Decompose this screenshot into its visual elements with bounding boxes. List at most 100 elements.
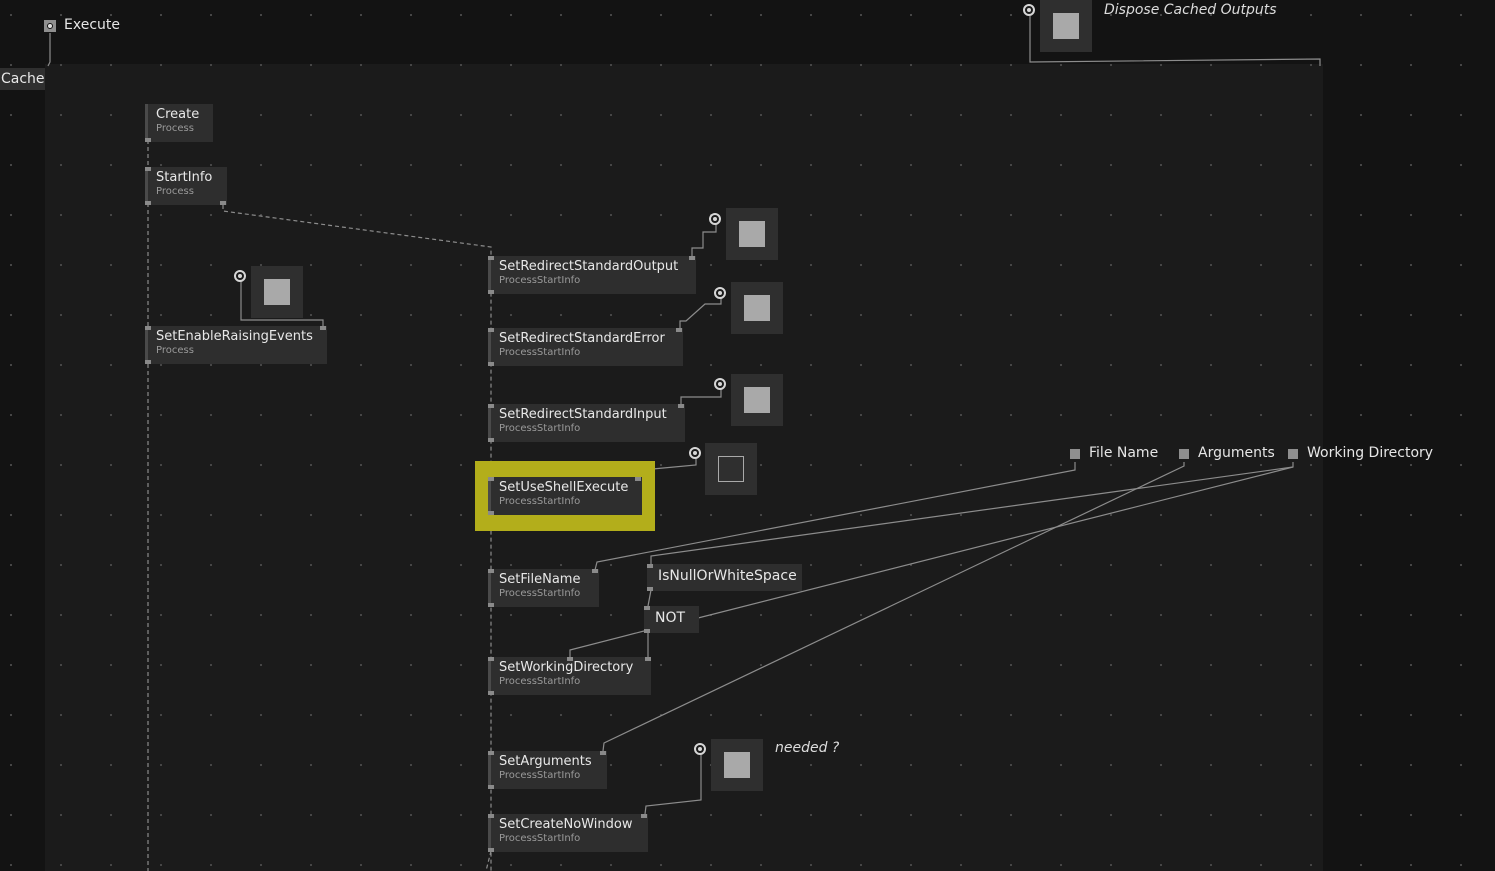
toggle-fill (744, 295, 770, 321)
node-title: SetRedirectStandardInput (499, 407, 667, 422)
cache-label[interactable]: Cache (0, 68, 45, 90)
node-create[interactable]: Create Process (145, 104, 213, 142)
toggle-fill (718, 456, 744, 482)
output-pin[interactable] (145, 138, 151, 142)
input-pin-value[interactable] (676, 328, 682, 332)
input-pin-apply[interactable] (645, 657, 651, 661)
output-pin[interactable] (488, 848, 494, 852)
input-pin-value[interactable] (678, 404, 684, 408)
node-title: SetEnableRaisingEvents (156, 329, 313, 344)
dispose-toggle[interactable] (1040, 0, 1092, 52)
input-pin-value[interactable] (689, 256, 695, 260)
enable-raising-toggle[interactable] (251, 266, 303, 318)
output-pin[interactable] (488, 511, 494, 515)
output-pin[interactable] (488, 290, 494, 294)
shell-execute-pin-icon[interactable] (689, 447, 701, 459)
node-startinfo[interactable]: StartInfo Process (145, 167, 227, 205)
wire-execute-cache (47, 33, 51, 67)
output-pin[interactable] (644, 629, 650, 633)
dispose-pin-icon[interactable] (1023, 4, 1035, 16)
output-pin[interactable] (488, 691, 494, 695)
output-pin[interactable] (488, 362, 494, 366)
output-pin[interactable] (647, 587, 653, 591)
node-subtitle: ProcessStartInfo (499, 676, 581, 687)
input-pin[interactable] (644, 606, 650, 610)
node-set-redirect-stdout[interactable]: SetRedirectStandardOutput ProcessStartIn… (488, 256, 696, 294)
input-pin[interactable] (488, 328, 494, 332)
stdin-toggle[interactable] (731, 374, 783, 426)
node-bar (488, 404, 491, 442)
input-pin[interactable] (488, 256, 494, 260)
node-subtitle: ProcessStartInfo (499, 423, 581, 434)
node-set-create-no-window[interactable]: SetCreateNoWindow ProcessStartInfo (488, 814, 648, 852)
node-set-arguments[interactable]: SetArguments ProcessStartInfo (488, 751, 607, 789)
node-bar (488, 256, 491, 294)
input-pin[interactable] (488, 569, 494, 573)
input-pin-value[interactable] (592, 569, 598, 573)
node-title: SetWorkingDirectory (499, 660, 634, 675)
execute-toggle-icon[interactable] (44, 20, 56, 32)
node-subtitle: ProcessStartInfo (499, 770, 581, 781)
node-title: IsNullOrWhiteSpace (658, 568, 797, 584)
node-set-enable-raising-events[interactable]: SetEnableRaisingEvents Process (145, 326, 327, 364)
cache-region[interactable] (45, 64, 1323, 871)
output-pin[interactable] (145, 360, 151, 364)
patch-canvas[interactable]: Execute Cache Dispose Cached Outputs Cre… (0, 0, 1495, 871)
stdout-toggle[interactable] (726, 208, 778, 260)
create-no-window-pin-icon[interactable] (694, 743, 706, 755)
node-title: Create (156, 107, 200, 122)
input-pin[interactable] (145, 326, 151, 330)
node-set-redirect-stdin[interactable]: SetRedirectStandardInput ProcessStartInf… (488, 404, 685, 442)
input-pin[interactable] (145, 167, 151, 171)
node-not[interactable]: NOT (644, 606, 699, 633)
input-pin[interactable] (488, 657, 494, 661)
node-title: SetRedirectStandardOutput (499, 259, 679, 274)
input-pin[interactable] (488, 477, 494, 481)
output-pin[interactable] (488, 603, 494, 607)
node-set-working-directory[interactable]: SetWorkingDirectory ProcessStartInfo (488, 657, 651, 695)
node-bar (488, 477, 491, 515)
output-pin[interactable] (488, 438, 494, 442)
working-directory-input-pin[interactable] (1288, 449, 1298, 459)
input-pin-value[interactable] (641, 814, 647, 818)
create-no-window-toggle[interactable] (711, 739, 763, 791)
stdout-pin-icon[interactable] (709, 213, 721, 225)
node-title: NOT (655, 610, 686, 626)
stderr-toggle[interactable] (731, 282, 783, 334)
node-subtitle: Process (156, 186, 194, 197)
node-set-redirect-stderr[interactable]: SetRedirectStandardError ProcessStartInf… (488, 328, 683, 366)
node-subtitle: Process (156, 345, 194, 356)
node-subtitle: ProcessStartInfo (499, 275, 581, 286)
shell-execute-toggle[interactable] (705, 443, 757, 495)
input-pin-value[interactable] (567, 657, 573, 661)
output-pin[interactable] (145, 201, 151, 205)
node-bar (488, 328, 491, 366)
node-bar (488, 569, 491, 607)
stdin-pin-icon[interactable] (714, 378, 726, 390)
file-name-label: File Name (1089, 445, 1159, 461)
input-pin[interactable] (488, 814, 494, 818)
working-directory-label: Working Directory (1307, 445, 1434, 461)
input-pin-value[interactable] (320, 326, 326, 330)
file-name-input-pin[interactable] (1070, 449, 1080, 459)
toggle-fill (744, 387, 770, 413)
input-pin[interactable] (488, 404, 494, 408)
node-set-file-name[interactable]: SetFileName ProcessStartInfo (488, 569, 599, 607)
toggle-fill (264, 279, 290, 305)
input-pin-value[interactable] (635, 477, 641, 481)
output-pin-startinfo[interactable] (220, 201, 226, 205)
node-set-use-shell-execute[interactable]: SetUseShellExecute ProcessStartInfo (488, 477, 642, 515)
node-is-null-or-whitespace[interactable]: IsNullOrWhiteSpace (647, 564, 802, 591)
enable-raising-pin-icon[interactable] (234, 270, 246, 282)
node-bar (488, 751, 491, 789)
input-pin[interactable] (647, 564, 653, 568)
input-pin-value[interactable] (600, 751, 606, 755)
node-subtitle: ProcessStartInfo (499, 347, 581, 358)
arguments-input-pin[interactable] (1179, 449, 1189, 459)
node-bar (488, 657, 491, 695)
output-pin[interactable] (488, 785, 494, 789)
needed-note: needed ? (775, 740, 840, 756)
arguments-label: Arguments (1198, 445, 1275, 461)
input-pin[interactable] (488, 751, 494, 755)
stderr-pin-icon[interactable] (714, 287, 726, 299)
